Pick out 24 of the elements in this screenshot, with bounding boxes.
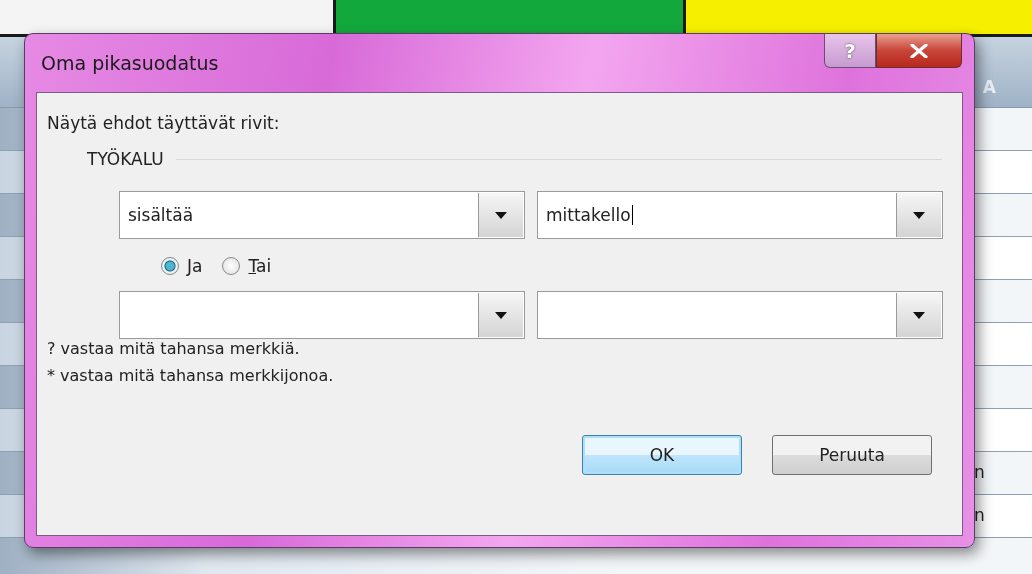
close-button[interactable]: [876, 34, 962, 68]
caret-icon: [495, 211, 507, 219]
radio-option[interactable]: Ja: [161, 256, 203, 276]
hint-text: ? vastaa mitä tahansa merkkiä.: [47, 339, 300, 358]
value-dropdown[interactable]: mittakello: [537, 191, 943, 239]
cancel-button[interactable]: Peruuta: [772, 435, 932, 475]
ok-button[interactable]: OK: [582, 435, 742, 475]
close-icon: [909, 43, 929, 58]
value-dropdown[interactable]: [537, 291, 943, 339]
operator-dropdown[interactable]: sisältää: [119, 191, 525, 239]
operator-dropdown[interactable]: [119, 291, 525, 339]
radio-button[interactable]: [161, 257, 179, 275]
caret-icon: [913, 311, 925, 319]
column-label: TYÖKALU: [87, 149, 164, 169]
radio-option[interactable]: Tai: [222, 256, 272, 276]
hint-text: * vastaa mitä tahansa merkkijonoa.: [47, 366, 334, 385]
radio-button[interactable]: [222, 257, 241, 275]
caret-icon: [495, 311, 507, 319]
table-cell: n: [974, 462, 985, 482]
table-cell: n: [974, 505, 985, 525]
column-header: A: [982, 77, 996, 97]
instruction-text: Näytä ehdot täyttävät rivit:: [47, 113, 280, 133]
caret-icon: [913, 211, 925, 219]
window-title: Oma pikasuodatus: [41, 52, 219, 74]
